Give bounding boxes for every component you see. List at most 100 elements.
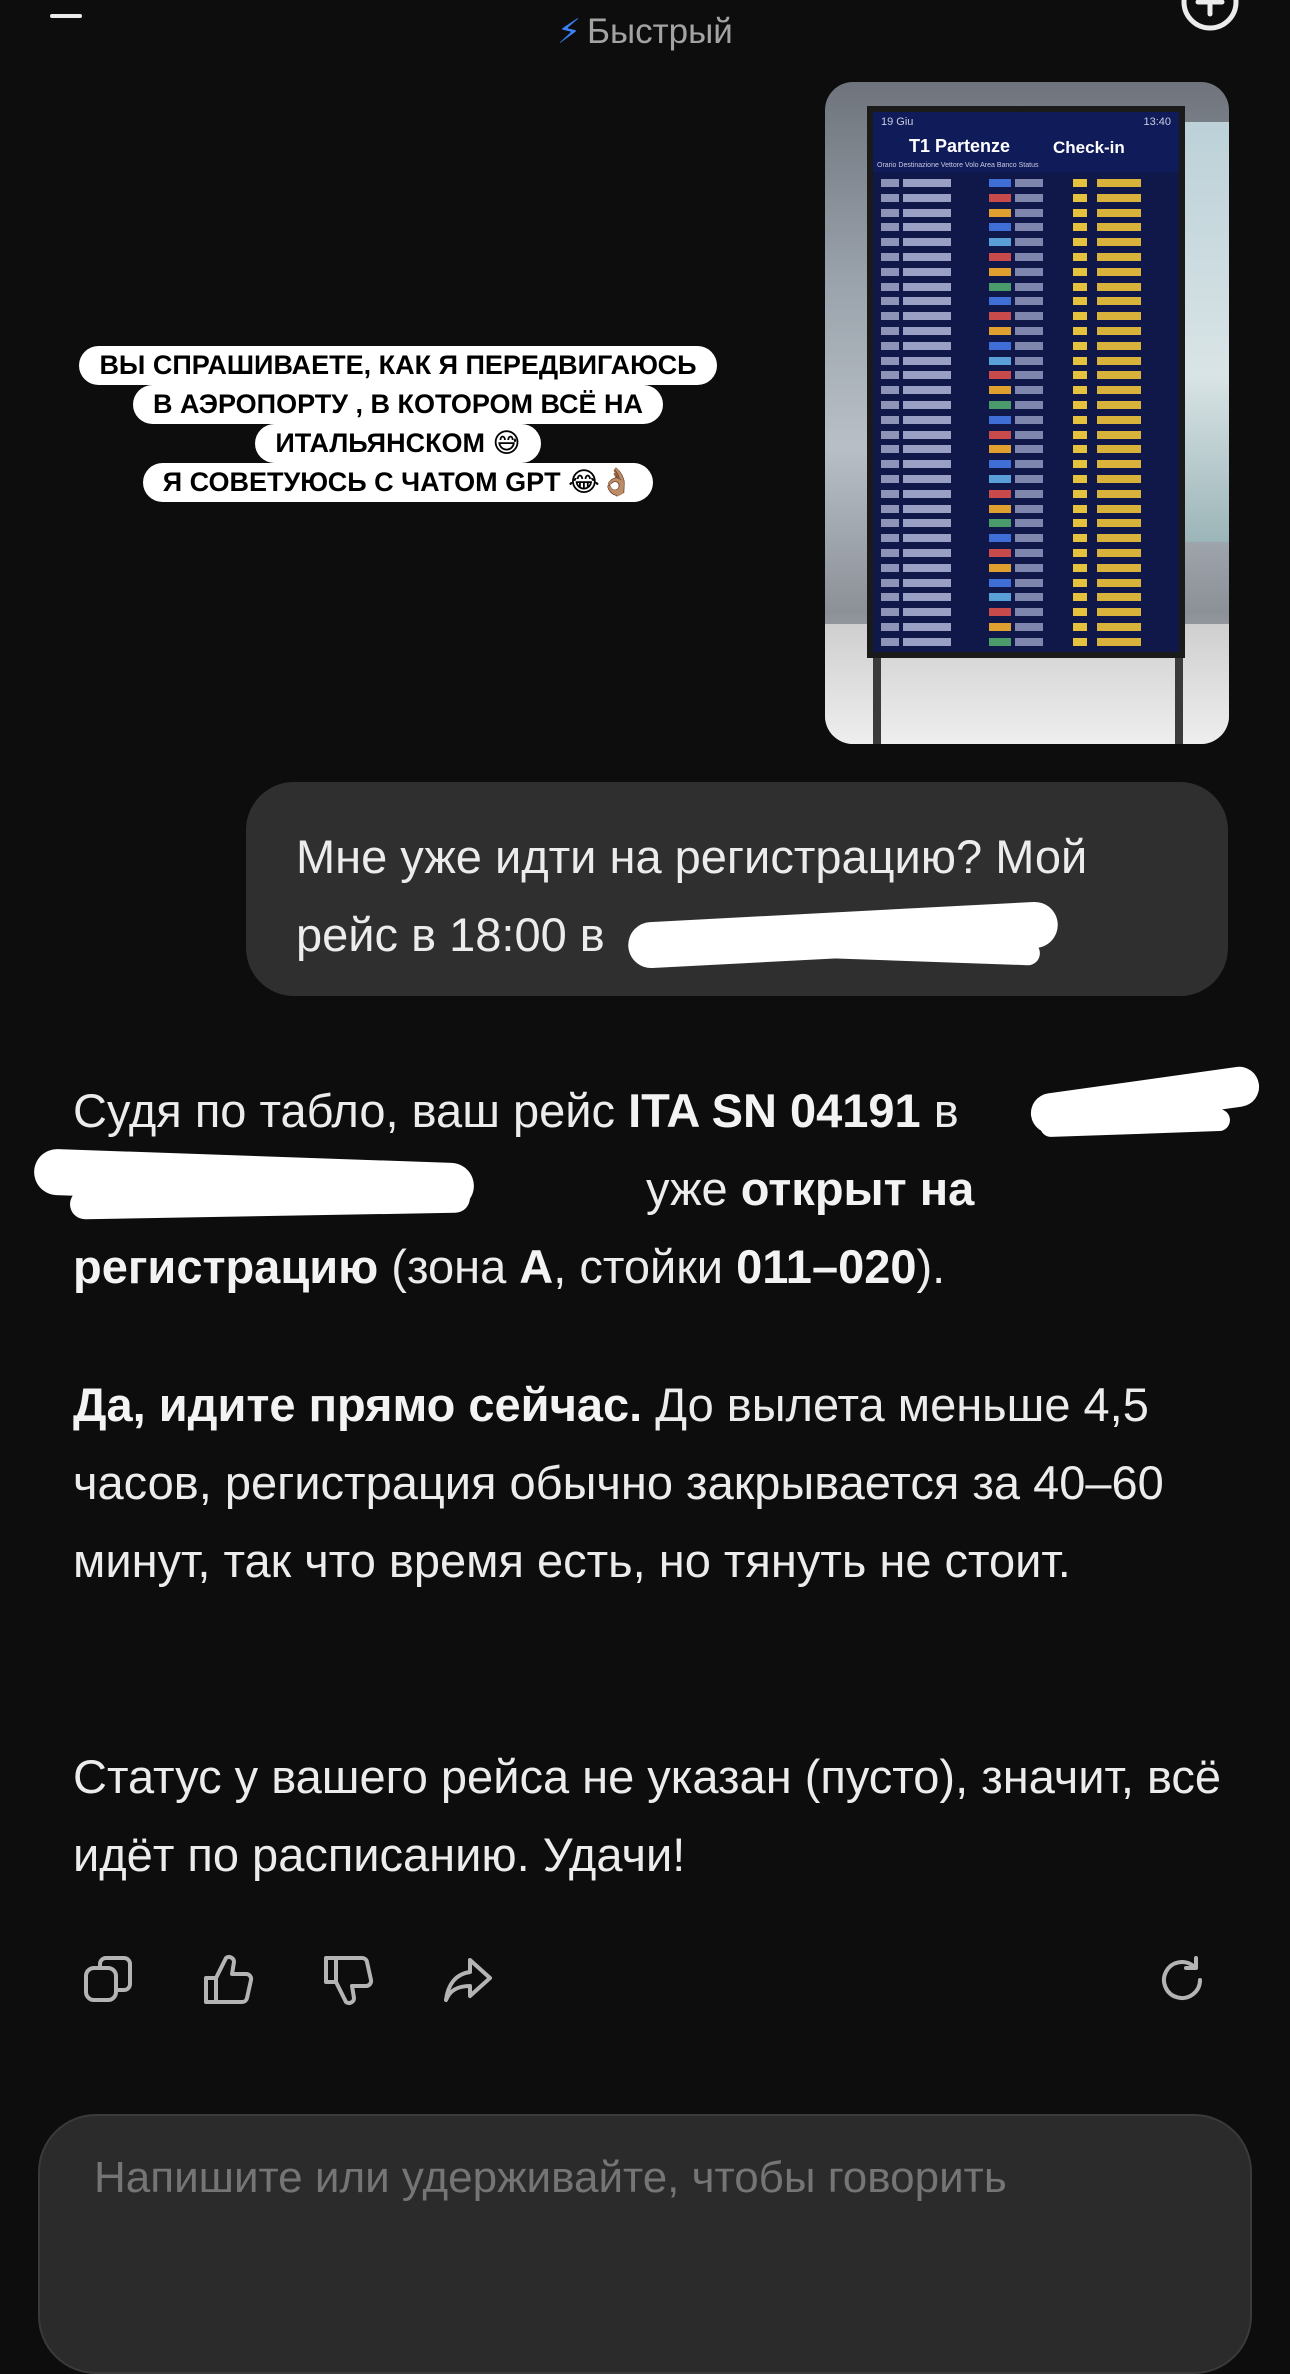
board-cell xyxy=(1097,341,1141,350)
board-cell xyxy=(881,238,899,247)
board-cell xyxy=(1097,460,1141,469)
board-cell xyxy=(903,179,951,187)
board-cell xyxy=(1015,400,1043,409)
board-cell xyxy=(1097,282,1141,291)
board-row xyxy=(877,442,1177,457)
board-cell xyxy=(903,415,951,424)
board-cell xyxy=(989,460,1011,469)
board-cell xyxy=(903,430,951,439)
board-row xyxy=(877,605,1177,620)
board-cell xyxy=(1073,534,1087,543)
board-checkin: Check-in xyxy=(1053,138,1125,157)
board-cell xyxy=(903,622,951,631)
message-input[interactable] xyxy=(92,2152,1196,2204)
board-cell xyxy=(903,193,951,202)
board-cell xyxy=(1097,474,1141,483)
board-cell xyxy=(989,297,1011,306)
board-cell xyxy=(1073,593,1087,602)
board-cell xyxy=(1097,400,1141,409)
board-cell xyxy=(989,534,1011,543)
board-cell xyxy=(881,386,899,395)
share-icon[interactable] xyxy=(440,1952,496,2008)
board-cell xyxy=(989,252,1011,261)
model-mode-selector[interactable]: ⚡ Быстрый xyxy=(0,12,1290,52)
board-row xyxy=(877,546,1177,561)
board-cell xyxy=(1015,593,1043,602)
board-rows xyxy=(877,176,1177,650)
copy-icon[interactable] xyxy=(80,1952,136,2008)
board-cell xyxy=(903,637,951,646)
board-cell xyxy=(1015,563,1043,572)
board-cell xyxy=(989,622,1011,631)
board-cell xyxy=(1073,312,1087,321)
board-cell xyxy=(903,371,951,380)
board-cell xyxy=(1097,622,1141,631)
board-cell xyxy=(1015,519,1043,528)
text-span: Судя по табло, ваш рейс xyxy=(73,1084,629,1137)
assistant-paragraph: Статус у вашего рейса не указан (пусто),… xyxy=(73,1750,1222,1881)
board-cell xyxy=(1015,341,1043,350)
board-row xyxy=(877,354,1177,369)
board-cell xyxy=(1097,371,1141,380)
board-cell xyxy=(903,534,951,543)
thumbs-up-icon[interactable] xyxy=(200,1952,256,2008)
board-cell xyxy=(1015,326,1043,335)
board-cell xyxy=(881,400,899,409)
board-row xyxy=(877,280,1177,295)
board-cell xyxy=(1073,356,1087,365)
board-row xyxy=(877,576,1177,591)
board-cell xyxy=(989,208,1011,217)
board-cell xyxy=(1073,578,1087,587)
text-span: (зона xyxy=(378,1240,520,1293)
board-cell xyxy=(1097,193,1141,202)
caption-line: ВЫ СПРАШИВАЕТЕ, КАК Я ПЕРЕДВИГАЮСЬ xyxy=(79,346,717,385)
board-cell xyxy=(903,400,951,409)
caption-line: Я СОВЕТУЮСЬ С ЧАТОМ GPT 😂👌🏽 xyxy=(142,463,654,502)
board-cell xyxy=(881,282,899,291)
board-cell xyxy=(1097,593,1141,602)
attached-photo[interactable]: 19 Giu 13:40 T1 Partenze Check-in Orario… xyxy=(825,82,1229,744)
board-cell xyxy=(1015,193,1043,202)
board-cell xyxy=(1097,415,1141,424)
board-cell xyxy=(989,563,1011,572)
board-cell xyxy=(989,445,1011,454)
board-cell xyxy=(1015,282,1043,291)
board-cell xyxy=(1073,326,1087,335)
board-cell xyxy=(1097,445,1141,454)
board-cell xyxy=(881,179,899,187)
board-cell xyxy=(1073,430,1087,439)
board-cell xyxy=(903,356,951,365)
zone: A xyxy=(519,1240,554,1293)
board-cell xyxy=(1015,622,1043,631)
board-time: 13:40 xyxy=(1143,116,1171,128)
board-row xyxy=(877,220,1177,235)
board-cell xyxy=(989,193,1011,202)
board-cell xyxy=(903,208,951,217)
board-cell xyxy=(1015,548,1043,557)
board-cell xyxy=(1015,238,1043,247)
board-row xyxy=(877,206,1177,221)
board-cell xyxy=(881,504,899,513)
text-span: в xyxy=(920,1084,959,1137)
board-cell xyxy=(1073,386,1087,395)
board-cell xyxy=(1073,193,1087,202)
thumbs-down-icon[interactable] xyxy=(320,1952,376,2008)
text-span: уже xyxy=(633,1162,741,1215)
caption-line: В АЭРОПОРТУ , В КОТОРОМ ВСЁ НА xyxy=(132,385,664,424)
board-cell xyxy=(989,282,1011,291)
board-cell xyxy=(989,341,1011,350)
board-cell xyxy=(989,400,1011,409)
board-cell xyxy=(1097,548,1141,557)
board-cell xyxy=(1097,386,1141,395)
board-cell xyxy=(881,208,899,217)
board-cell xyxy=(1073,504,1087,513)
new-chat-icon[interactable] xyxy=(1178,0,1242,34)
board-cell xyxy=(1097,608,1141,617)
board-row xyxy=(877,250,1177,265)
regenerate-icon[interactable] xyxy=(1154,1952,1210,2008)
board-row xyxy=(877,413,1177,428)
board-row xyxy=(877,368,1177,383)
board-cell xyxy=(881,430,899,439)
board-cell xyxy=(989,548,1011,557)
board-cell xyxy=(1097,578,1141,587)
